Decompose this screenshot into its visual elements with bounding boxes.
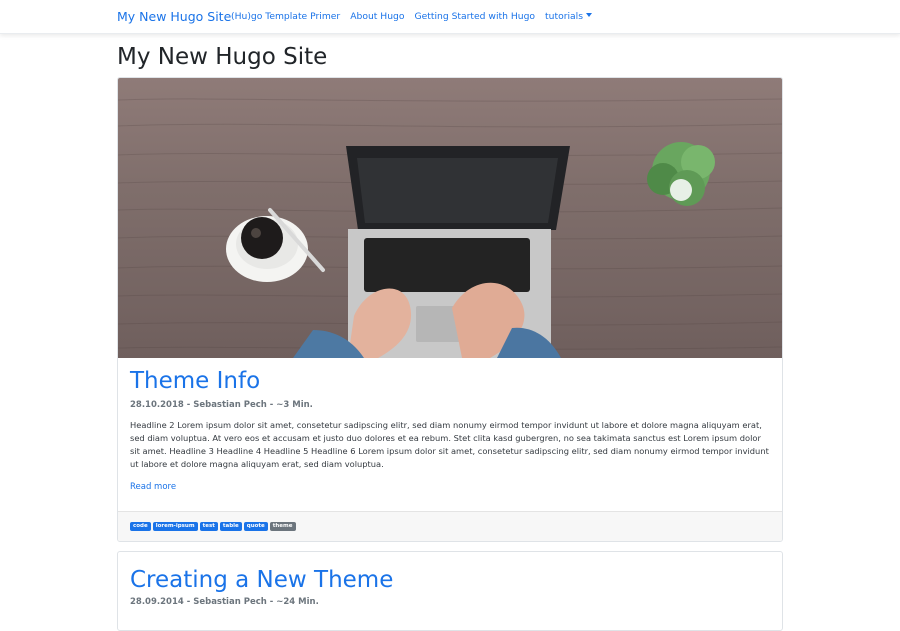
post-card: Theme Info 28.10.2018 - Sebastian Pech -… <box>117 77 783 542</box>
read-more-link[interactable]: Read more <box>130 482 176 492</box>
nav-link-template-primer[interactable]: (Hu)go Template Primer <box>231 11 340 22</box>
navbar-brand[interactable]: My New Hugo Site <box>117 9 231 24</box>
post-meta: 28.10.2018 - Sebastian Pech - ~3 Min. <box>130 400 313 410</box>
desk-laptop-illustration <box>118 98 782 358</box>
post-cover-image[interactable] <box>118 78 782 358</box>
page-title: My New Hugo Site <box>117 44 328 70</box>
post-excerpt: Headline 2 Lorem ipsum dolor sit amet, c… <box>130 420 769 470</box>
post-card-footer: code lorem-ipsum test table quote theme <box>118 511 782 541</box>
post-title[interactable]: Creating a New Theme <box>130 567 393 593</box>
tag-theme[interactable]: theme <box>269 522 296 531</box>
post-tags: code lorem-ipsum test table quote theme <box>130 522 296 531</box>
tag-table[interactable]: table <box>219 522 242 531</box>
nav-link-getting-started[interactable]: Getting Started with Hugo <box>414 11 535 22</box>
post-card-body: Theme Info 28.10.2018 - Sebastian Pech -… <box>130 368 770 493</box>
post-meta: 28.09.2014 - Sebastian Pech - ~24 Min. <box>130 597 319 607</box>
nav-links: (Hu)go Template Primer About Hugo Gettin… <box>231 11 592 22</box>
post-card: Creating a New Theme 28.09.2014 - Sebast… <box>117 551 783 631</box>
top-navbar: My New Hugo Site (Hu)go Template Primer … <box>0 0 900 34</box>
nav-dropdown-label: tutorials <box>545 11 583 22</box>
tag-code[interactable]: code <box>130 522 151 531</box>
caret-down-icon <box>586 13 592 17</box>
post-title[interactable]: Theme Info <box>130 368 770 394</box>
tag-quote[interactable]: quote <box>243 522 268 531</box>
nav-link-about-hugo[interactable]: About Hugo <box>350 11 404 22</box>
tag-lorem-ipsum[interactable]: lorem-ipsum <box>152 522 198 531</box>
nav-dropdown-tutorials[interactable]: tutorials <box>545 11 592 22</box>
tag-test[interactable]: test <box>199 522 218 531</box>
